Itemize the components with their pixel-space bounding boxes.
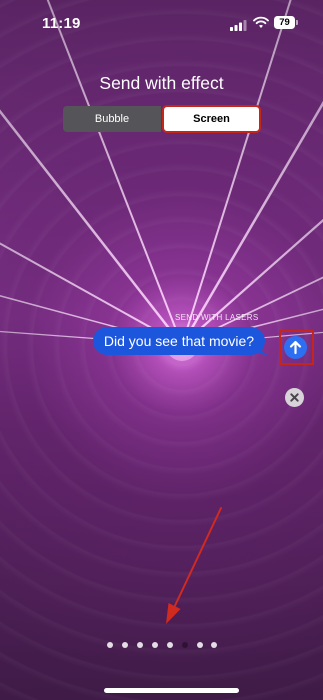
page-dot[interactable] xyxy=(167,642,173,648)
page-dot[interactable] xyxy=(107,642,113,648)
page-dot[interactable] xyxy=(122,642,128,648)
page-dot-active[interactable] xyxy=(182,642,188,648)
annotation-arrow xyxy=(166,507,222,624)
home-indicator[interactable] xyxy=(104,688,239,693)
page-dot[interactable] xyxy=(197,642,203,648)
effect-page-indicator xyxy=(107,642,217,648)
page-dot[interactable] xyxy=(152,642,158,648)
page-dot[interactable] xyxy=(137,642,143,648)
page-dot[interactable] xyxy=(211,642,217,648)
